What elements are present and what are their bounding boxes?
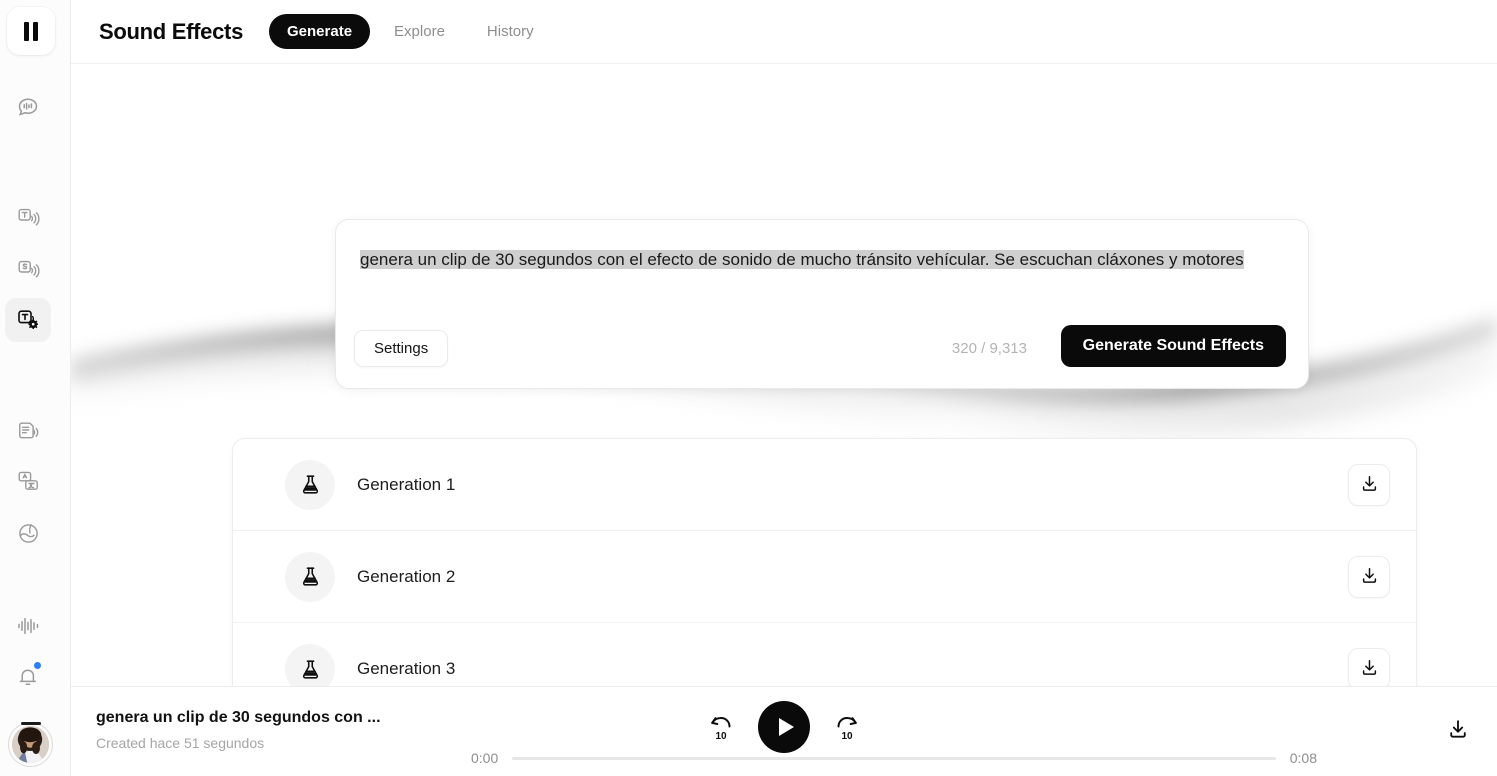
rewind-seconds-label: 10 bbox=[715, 731, 727, 742]
document-audio-icon bbox=[16, 419, 41, 444]
tab-explore[interactable]: Explore bbox=[376, 14, 463, 49]
page-title: Sound Effects bbox=[99, 18, 243, 44]
notification-badge-dot bbox=[33, 661, 42, 670]
table-row[interactable]: Generation 2 bbox=[233, 531, 1416, 623]
text-to-speech-icon bbox=[16, 206, 41, 231]
sidebar bbox=[0, 0, 71, 776]
sidebar-item-audio-tools[interactable] bbox=[5, 604, 51, 648]
sidebar-item-voices[interactable] bbox=[5, 511, 51, 555]
download-icon bbox=[1360, 474, 1379, 496]
nav-tabs: Generate Explore History bbox=[269, 14, 552, 49]
avatar-image bbox=[12, 726, 49, 763]
forward-seconds-label: 10 bbox=[841, 731, 853, 742]
app-root: Sound Effects Generate Explore History g… bbox=[0, 0, 1497, 776]
flask-icon bbox=[285, 551, 335, 602]
rewind-10-button[interactable]: 10 bbox=[706, 712, 736, 742]
sidebar-item-speech-to-speech[interactable] bbox=[5, 248, 51, 292]
flask-icon bbox=[285, 459, 335, 510]
download-icon bbox=[1447, 718, 1469, 743]
download-icon bbox=[1360, 658, 1379, 680]
elevenlabs-logo[interactable] bbox=[7, 7, 55, 55]
play-icon bbox=[778, 718, 794, 736]
prompt-card: genera un clip de 30 segundos con el efe… bbox=[335, 219, 1309, 389]
tab-generate[interactable]: Generate bbox=[269, 14, 371, 49]
sidebar-item-notifications[interactable] bbox=[5, 655, 51, 699]
tab-history[interactable]: History bbox=[469, 14, 552, 49]
sidebar-item-audio-native[interactable] bbox=[5, 409, 51, 453]
sidebar-item-dubbing[interactable] bbox=[5, 459, 51, 503]
prompt-textarea[interactable]: genera un clip de 30 segundos con el efe… bbox=[360, 243, 1280, 277]
main-content: genera un clip de 30 segundos con el efe… bbox=[71, 64, 1497, 776]
player-track-title: genera un clip de 30 segundos con ... bbox=[96, 709, 381, 726]
globe-voice-icon bbox=[16, 521, 41, 546]
player-timeline: 0:00 0:08 bbox=[471, 750, 1317, 766]
total-time-label: 0:08 bbox=[1289, 750, 1317, 766]
forward-10-button[interactable]: 10 bbox=[832, 712, 862, 742]
download-button[interactable] bbox=[1348, 648, 1390, 690]
generate-sound-effects-button[interactable]: Generate Sound Effects bbox=[1060, 325, 1286, 367]
generations-list: Generation 1 Generation 2 Generation 3 bbox=[232, 438, 1417, 716]
audio-player-bar: genera un clip de 30 segundos con ... Cr… bbox=[71, 686, 1497, 776]
top-header: Sound Effects Generate Explore History bbox=[71, 0, 1497, 64]
table-row[interactable]: Generation 1 bbox=[233, 439, 1416, 531]
player-track-subtitle: Created hace 51 segundos bbox=[96, 735, 265, 751]
sidebar-item-sound-effects[interactable] bbox=[5, 298, 51, 342]
avatar[interactable] bbox=[8, 722, 53, 767]
download-icon bbox=[1360, 566, 1379, 588]
speech-to-speech-icon bbox=[16, 258, 41, 283]
prompt-text-selected: genera un clip de 30 segundos con el efe… bbox=[360, 250, 1244, 269]
generation-label: Generation 1 bbox=[357, 474, 456, 494]
sidebar-item-text-to-speech[interactable] bbox=[5, 196, 51, 240]
download-button[interactable] bbox=[1348, 555, 1390, 598]
generation-label: Generation 2 bbox=[357, 566, 456, 586]
translate-icon bbox=[16, 469, 41, 494]
seek-slider[interactable] bbox=[512, 756, 1276, 760]
download-button[interactable] bbox=[1348, 463, 1390, 506]
player-transport-controls: 10 10 bbox=[706, 701, 862, 753]
settings-button[interactable]: Settings bbox=[354, 330, 449, 367]
current-time-label: 0:00 bbox=[471, 750, 499, 766]
logo-bar-left bbox=[24, 21, 29, 41]
waveform-icon bbox=[16, 616, 41, 636]
play-button[interactable] bbox=[758, 701, 810, 753]
player-download-button[interactable] bbox=[1441, 713, 1475, 747]
sound-effects-gear-icon bbox=[16, 308, 41, 333]
character-counter: 320 / 9,313 bbox=[951, 340, 1027, 357]
generation-label: Generation 3 bbox=[357, 659, 456, 678]
sidebar-item-voice-chat[interactable] bbox=[5, 85, 51, 129]
speech-bubble-waveform-icon bbox=[16, 95, 40, 119]
logo-bar-right bbox=[33, 21, 38, 41]
